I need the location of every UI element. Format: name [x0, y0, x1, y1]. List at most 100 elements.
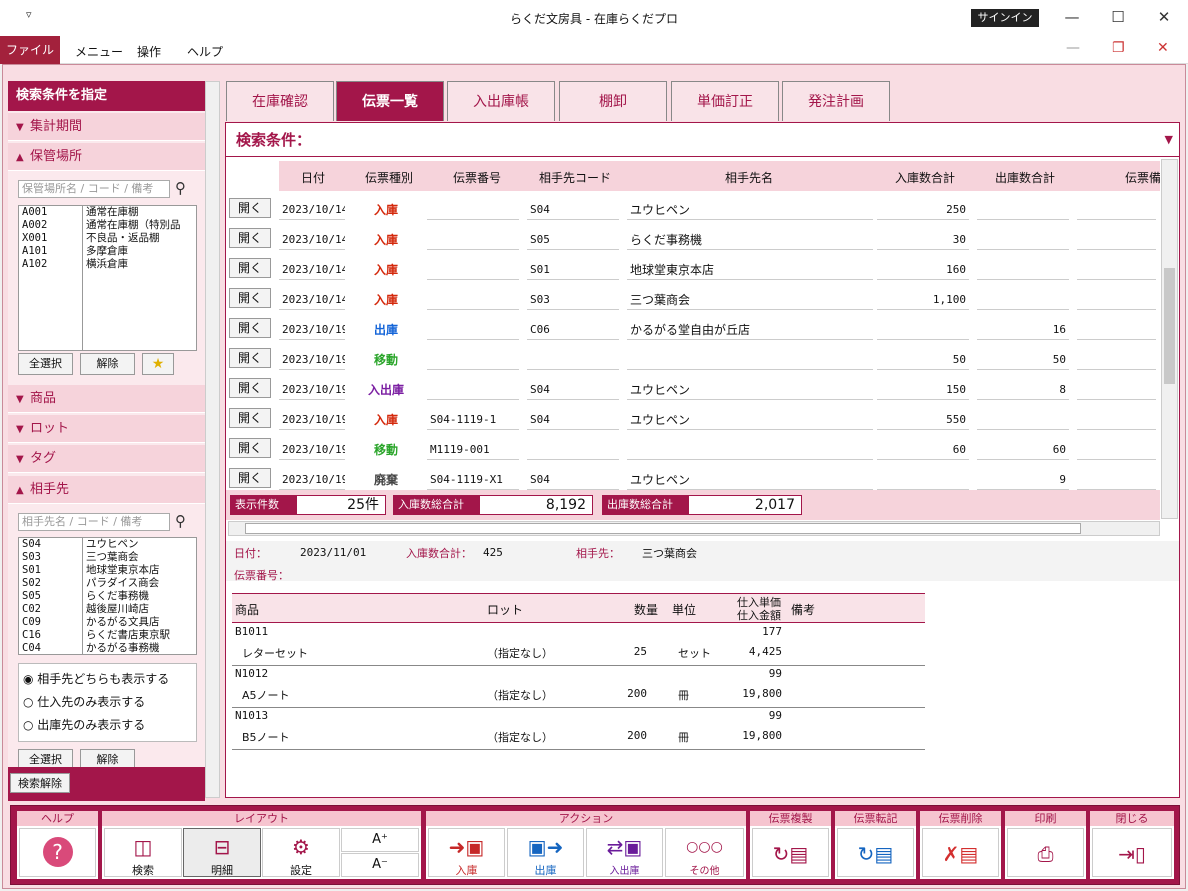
list-item[interactable]: C04 かるがる事務機	[19, 642, 196, 654]
list-item[interactable]: C02 越後屋川崎店	[19, 603, 196, 616]
list-item[interactable]: C16 らくだ書店東京駅	[19, 629, 196, 642]
section-lot[interactable]: ▼ ロット	[8, 415, 205, 443]
layout-detail-button[interactable]: ⊟ 明細	[183, 828, 261, 877]
tab-slip-list[interactable]: 伝票一覧	[336, 81, 444, 121]
layout-search-button[interactable]: ◫ 検索	[104, 828, 182, 877]
search-icon[interactable]: ⚲	[175, 180, 191, 196]
col-date[interactable]: 日付	[301, 169, 325, 186]
doc-close-icon[interactable]: ✕	[1157, 40, 1169, 56]
signin-button[interactable]: サインイン	[971, 9, 1039, 27]
list-item[interactable]: A101 多摩倉庫	[19, 245, 196, 258]
detail-lot: （指定なし）	[487, 689, 553, 702]
open-slip-button[interactable]: 開く	[229, 378, 271, 398]
menu-file[interactable]: ファイル	[0, 36, 60, 64]
section-period[interactable]: ▼ 集計期間	[8, 113, 205, 141]
search-icon[interactable]: ⚲	[175, 513, 191, 529]
group-help: ヘルプ ?	[17, 811, 98, 879]
open-slip-button[interactable]: 開く	[229, 348, 271, 368]
close-button[interactable]: ⇥▯	[1092, 828, 1172, 877]
list-item[interactable]: S03 三つ葉商会	[19, 551, 196, 564]
grid-vscrollbar[interactable]	[1161, 159, 1178, 519]
col-type[interactable]: 伝票種別	[365, 169, 413, 186]
col-partner-name[interactable]: 相手先名	[725, 169, 773, 186]
open-slip-button[interactable]: 開く	[229, 288, 271, 308]
list-item[interactable]: S04 ユウヒペン	[19, 538, 196, 551]
list-item[interactable]: S01 地球堂東京本店	[19, 564, 196, 577]
open-slip-button[interactable]: 開く	[229, 468, 271, 488]
maximize-icon[interactable]: ☐	[1103, 6, 1133, 28]
tab-stock-check[interactable]: 在庫確認	[226, 81, 334, 121]
menu-help[interactable]: ヘルプ	[187, 43, 223, 60]
minimize-icon[interactable]: —	[1057, 6, 1087, 28]
col-in-total[interactable]: 入庫数合計	[895, 169, 955, 186]
print-button[interactable]: ⎙	[1007, 828, 1084, 877]
open-slip-button[interactable]: 開く	[229, 228, 271, 248]
doc-minimize-icon[interactable]: —	[1066, 40, 1080, 56]
list-item[interactable]: S05 らくだ事務機	[19, 590, 196, 603]
col-slip-note[interactable]: 伝票備	[1125, 169, 1160, 186]
radio-shipto-only[interactable]: ○ 出庫先のみ表示する	[23, 716, 145, 733]
cell-date: 2023/10/19	[279, 348, 345, 370]
radio-supplier-only[interactable]: ○ 仕入先のみ表示する	[23, 693, 145, 710]
open-slip-button[interactable]: 開く	[229, 438, 271, 458]
section-location[interactable]: ▲ 保管場所	[8, 143, 205, 171]
section-partner[interactable]: ▲ 相手先	[8, 476, 205, 504]
search-condition-bar[interactable]: 検索条件： ▼	[226, 123, 1179, 157]
menu-operations[interactable]: 操作	[137, 43, 161, 60]
col-out-total[interactable]: 出庫数合計	[995, 169, 1055, 186]
transfer-slip-button[interactable]: ↻▤	[837, 828, 914, 877]
cell-date: 2023/10/14	[279, 228, 345, 250]
tab-inout-ledger[interactable]: 入出庫帳	[447, 81, 555, 121]
menu-menu[interactable]: メニュー	[75, 43, 123, 60]
radio-both[interactable]: ◉ 相手先どちらも表示する	[23, 670, 169, 687]
left-scrollbar[interactable]	[205, 81, 220, 798]
font-increase-button[interactable]: A⁺	[341, 828, 419, 852]
section-tag[interactable]: ▼ タグ	[8, 445, 205, 473]
cell-partner-code: S04	[527, 468, 619, 490]
col-partner-code[interactable]: 相手先コード	[539, 169, 611, 186]
section-product[interactable]: ▼ 商品	[8, 385, 205, 413]
location-list[interactable]: A001 通常在庫棚 A002 通常在庫棚（特別品 X001 不良品・返品棚 A101 多摩倉…	[18, 205, 197, 351]
action-inout-button[interactable]: ⇄▣ 入出庫	[586, 828, 663, 877]
hscroll-thumb[interactable]	[245, 523, 1081, 534]
list-item[interactable]: X001 不良品・返品棚	[19, 232, 196, 245]
partner-clear-button[interactable]: 解除	[80, 749, 135, 769]
partner-list[interactable]: S04 ユウヒペン S03 三つ葉商会 S01 地球堂東京本店 S02 パラダイス商会 S05 ら…	[18, 537, 197, 655]
list-item[interactable]: A002 通常在庫棚（特別品	[19, 219, 196, 232]
location-select-all-button[interactable]: 全選択	[18, 353, 73, 375]
partner-select-all-button[interactable]: 全選択	[18, 749, 73, 769]
action-other-button[interactable]: ○○○ その他	[665, 828, 744, 877]
open-slip-button[interactable]: 開く	[229, 258, 271, 278]
tab-price-correction[interactable]: 単価訂正	[671, 81, 779, 121]
delete-slip-button[interactable]: ✗▤	[922, 828, 999, 877]
list-item[interactable]: C09 かるがる文具店	[19, 616, 196, 629]
dropdown-triangle-icon[interactable]: ▼	[1165, 123, 1173, 157]
tab-order-plan[interactable]: 発注計画	[782, 81, 890, 121]
action-in-button[interactable]: ➜▣ 入庫	[428, 828, 505, 877]
settings-button[interactable]: ⚙ 設定	[262, 828, 340, 877]
list-item[interactable]: S02 パラダイス商会	[19, 577, 196, 590]
close-icon[interactable]: ✕	[1149, 6, 1179, 28]
help-button[interactable]: ?	[19, 828, 96, 877]
copy-slip-button[interactable]: ↻▤	[752, 828, 829, 877]
doc-restore-icon[interactable]: ❐	[1112, 40, 1125, 56]
tab-inventory-count[interactable]: 棚卸	[559, 81, 667, 121]
list-item[interactable]: A102 横浜倉庫	[19, 258, 196, 271]
scroll-thumb[interactable]	[1164, 268, 1175, 384]
location-clear-button[interactable]: 解除	[80, 353, 135, 375]
open-slip-button[interactable]: 開く	[229, 318, 271, 338]
in-total-value: 8,192	[479, 495, 593, 515]
cell-in	[877, 468, 969, 490]
grid-hscrollbar[interactable]	[228, 521, 1160, 536]
open-slip-button[interactable]: 開く	[229, 408, 271, 428]
location-search-input[interactable]: 保管場所名 / コード / 備考	[18, 180, 170, 198]
list-item[interactable]: A001 通常在庫棚	[19, 206, 196, 219]
col-slip-no[interactable]: 伝票番号	[453, 169, 501, 186]
search-clear-button[interactable]: 検索解除	[10, 773, 70, 793]
open-slip-button[interactable]: 開く	[229, 198, 271, 218]
font-decrease-button[interactable]: A⁻	[341, 853, 419, 877]
partner-search-input[interactable]: 相手先名 / コード / 備考	[18, 513, 170, 531]
favorite-star-icon[interactable]: ★	[142, 353, 174, 375]
action-out-button[interactable]: ▣➜ 出庫	[507, 828, 584, 877]
group-help-title: ヘルプ	[17, 811, 98, 826]
